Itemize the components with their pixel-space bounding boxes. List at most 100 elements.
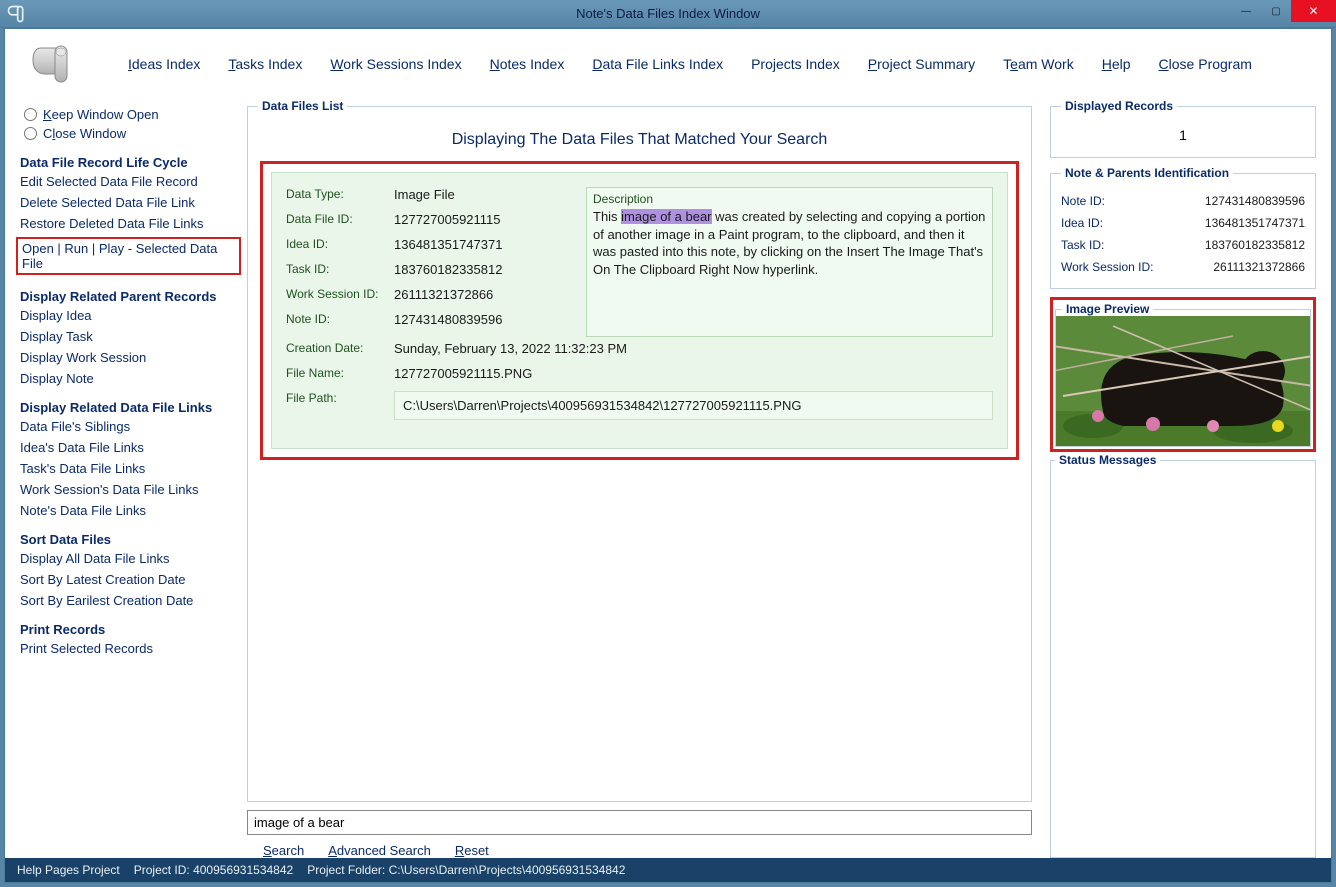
- label-idea-id: Idea ID:: [286, 237, 394, 252]
- ids-ws-label: Work Session ID:: [1061, 260, 1153, 274]
- menu-tasks-index[interactable]: Tasks Index: [228, 56, 302, 72]
- radio-close-window[interactable]: Close Window: [24, 126, 235, 141]
- link-display-note[interactable]: Display Note: [20, 371, 235, 386]
- link-edit-selected[interactable]: Edit Selected Data File Record: [20, 174, 235, 189]
- section-print: Print Records: [20, 622, 235, 637]
- value-ws-id: 26111321372866: [394, 287, 566, 302]
- link-display-work-session[interactable]: Display Work Session: [20, 350, 235, 365]
- link-restore-links[interactable]: Restore Deleted Data File Links: [20, 216, 235, 231]
- link-note-links[interactable]: Note's Data File Links: [20, 503, 235, 518]
- app-body: Ideas Index Tasks Index Work Sessions In…: [4, 28, 1332, 883]
- ids-note-label: Note ID:: [1061, 194, 1105, 208]
- link-delete-link[interactable]: Delete Selected Data File Link: [20, 195, 235, 210]
- label-data-file-id: Data File ID:: [286, 212, 394, 227]
- link-display-idea[interactable]: Display Idea: [20, 308, 235, 323]
- displayed-records-legend: Displayed Records: [1061, 99, 1177, 113]
- ids-task-value: 183760182335812: [1205, 238, 1305, 252]
- menu-data-file-links-index[interactable]: Data File Links Index: [592, 56, 723, 72]
- status-project-id: Project ID: 400956931534842: [134, 863, 293, 877]
- link-task-links[interactable]: Task's Data File Links: [20, 461, 235, 476]
- link-siblings[interactable]: Data File's Siblings: [20, 419, 235, 434]
- logo: [25, 37, 80, 92]
- status-messages-legend: Status Messages: [1055, 453, 1160, 467]
- ids-task-label: Task ID:: [1061, 238, 1104, 252]
- search-link[interactable]: Search: [263, 843, 304, 858]
- label-task-id: Task ID:: [286, 262, 394, 277]
- menu-help[interactable]: Help: [1102, 56, 1131, 72]
- displayed-records: Displayed Records 1: [1050, 99, 1316, 158]
- data-files-list: Data Files List Displaying The Data File…: [247, 99, 1032, 802]
- link-display-all[interactable]: Display All Data File Links: [20, 551, 235, 566]
- ids-note-value: 127431480839596: [1205, 194, 1305, 208]
- ids-idea-value: 136481351747371: [1205, 216, 1305, 230]
- label-creation-date: Creation Date:: [286, 341, 394, 356]
- main-area: Keep Window Open Close Window Data File …: [5, 99, 1331, 858]
- description-box: Description This image of a bear was cre…: [586, 187, 993, 337]
- data-files-list-title: Displaying The Data Files That Matched Y…: [258, 131, 1021, 149]
- value-data-type: Image File: [394, 187, 566, 202]
- label-data-type: Data Type:: [286, 187, 394, 202]
- window-buttons: [1231, 0, 1336, 22]
- ids-idea-label: Idea ID:: [1061, 216, 1103, 230]
- section-lifecycle: Data File Record Life Cycle: [20, 155, 235, 170]
- link-display-task[interactable]: Display Task: [20, 329, 235, 344]
- search-input[interactable]: [247, 810, 1032, 835]
- menu-project-summary[interactable]: Project Summary: [868, 56, 975, 72]
- menu-close-program[interactable]: Close Program: [1159, 56, 1252, 72]
- menu-team-work[interactable]: Team Work: [1003, 56, 1074, 72]
- close-button[interactable]: [1291, 0, 1336, 22]
- ids-panel: Note & Parents Identification Note ID: 12…: [1050, 166, 1316, 289]
- radio-keep-open[interactable]: Keep Window Open: [24, 107, 235, 122]
- link-idea-links[interactable]: Idea's Data File Links: [20, 440, 235, 455]
- description-highlight: image of a bear: [621, 209, 711, 224]
- section-parents: Display Related Parent Records: [20, 289, 235, 304]
- section-links: Display Related Data File Links: [20, 400, 235, 415]
- center-panel: Data Files List Displaying The Data File…: [247, 99, 1038, 858]
- menu-work-sessions-index[interactable]: Work Sessions Index: [330, 56, 461, 72]
- displayed-records-count: 1: [1061, 123, 1305, 147]
- record-card[interactable]: Data Type:Image File Data File ID:127727…: [271, 172, 1008, 449]
- value-note-id: 127431480839596: [394, 312, 566, 327]
- value-description: This image of a bear was created by sele…: [593, 208, 986, 278]
- app-icon: [6, 4, 26, 24]
- window-title: Note's Data Files Index Window: [576, 6, 760, 21]
- reset-link[interactable]: Reset: [455, 843, 489, 858]
- label-note-id: Note ID:: [286, 312, 394, 327]
- image-preview[interactable]: [1056, 316, 1310, 446]
- link-ws-links[interactable]: Work Session's Data File Links: [20, 482, 235, 497]
- label-description: Description: [593, 192, 986, 206]
- link-open-run-play[interactable]: Open | Run | Play - Selected Data File: [16, 237, 241, 275]
- menu-projects-index[interactable]: Projects Index: [751, 56, 840, 72]
- label-file-name: File Name:: [286, 366, 394, 381]
- search-area: Search Advanced Search Reset: [247, 810, 1032, 858]
- maximize-button[interactable]: [1261, 0, 1291, 22]
- label-ws-id: Work Session ID:: [286, 287, 394, 302]
- link-print-selected[interactable]: Print Selected Records: [20, 641, 235, 656]
- image-preview-legend: Image Preview: [1062, 302, 1153, 316]
- menu-notes-index[interactable]: Notes Index: [490, 56, 565, 72]
- section-sort: Sort Data Files: [20, 532, 235, 547]
- status-project-folder: Project Folder: C:\Users\Darren\Projects…: [307, 863, 625, 877]
- minimize-button[interactable]: [1231, 0, 1261, 22]
- record-highlight-box: Data Type:Image File Data File ID:127727…: [260, 161, 1019, 460]
- left-panel: Keep Window Open Close Window Data File …: [20, 99, 235, 858]
- value-creation-date: Sunday, February 13, 2022 11:32:23 PM: [394, 341, 993, 356]
- link-sort-latest[interactable]: Sort By Latest Creation Date: [20, 572, 235, 587]
- value-file-path: C:\Users\Darren\Projects\400956931534842…: [394, 391, 993, 420]
- value-task-id: 183760182335812: [394, 262, 566, 277]
- ids-legend: Note & Parents Identification: [1061, 166, 1233, 180]
- data-files-list-legend: Data Files List: [258, 99, 347, 113]
- value-data-file-id: 127727005921115: [394, 212, 566, 227]
- advanced-search-link[interactable]: Advanced Search: [328, 843, 431, 858]
- link-sort-earliest[interactable]: Sort By Earilest Creation Date: [20, 593, 235, 608]
- ids-ws-value: 26111321372866: [1213, 260, 1305, 274]
- status-help-pages[interactable]: Help Pages Project: [17, 863, 120, 877]
- label-file-path: File Path:: [286, 391, 394, 420]
- value-idea-id: 136481351747371: [394, 237, 566, 252]
- menu-ideas-index[interactable]: Ideas Index: [128, 56, 200, 72]
- main-menu: Ideas Index Tasks Index Work Sessions In…: [5, 29, 1331, 99]
- status-messages: Status Messages: [1050, 460, 1316, 858]
- value-file-name: 127727005921115.PNG: [394, 366, 993, 381]
- titlebar: Note's Data Files Index Window: [0, 0, 1336, 28]
- statusbar: Help Pages Project Project ID: 400956931…: [5, 858, 1331, 882]
